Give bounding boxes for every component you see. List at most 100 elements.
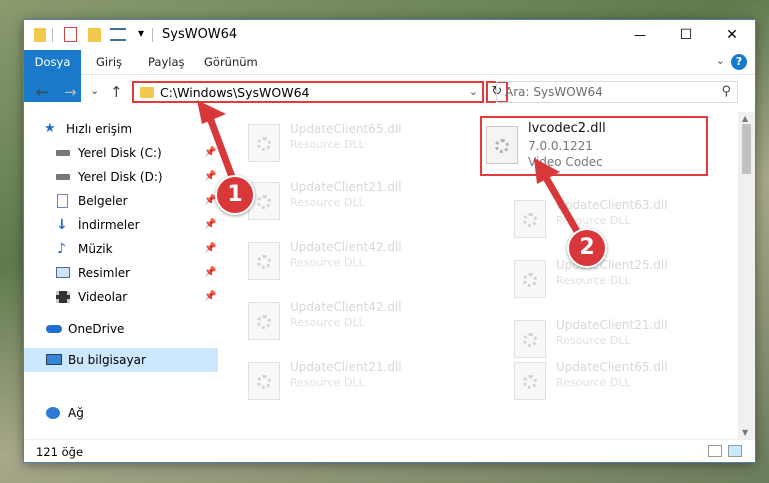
dll-file-icon (514, 320, 546, 358)
file-description: Video Codec (528, 155, 603, 169)
minimize-button[interactable]: — (617, 20, 663, 50)
explorer-window: ▾ SysWOW64 — ☐ ✕ Dosya Giriş Paylaş Görü… (24, 20, 755, 462)
file-version: 7.0.0.1221 (528, 139, 593, 153)
navigation-bar: ← → ⌄ ↑ C:\Windows\SysWOW64 ⌄ ↻ Ara: Sys… (24, 75, 755, 111)
download-icon: ↓ (56, 217, 68, 233)
file-name: UpdateClient63.dll (556, 198, 668, 212)
item-count: 121 öğe (36, 445, 84, 459)
status-bar: 121 öğe (24, 439, 755, 462)
pin-icon[interactable]: 📌 (204, 142, 216, 164)
search-placeholder: Ara: SysWOW64 (505, 85, 603, 99)
sidebar-item-local-disk-d[interactable]: Yerel Disk (D:) 📌 (24, 166, 218, 188)
sidebar-item-music[interactable]: ♪ Müzik 📌 (24, 238, 218, 260)
scroll-down-icon[interactable]: ▼ (742, 428, 748, 437)
file-type: Resource DLL (290, 138, 365, 151)
recent-locations-icon[interactable]: ⌄ (90, 84, 99, 97)
file-name: UpdateClient21.dll (290, 180, 402, 194)
divider (152, 28, 153, 42)
window-title: SysWOW64 (162, 27, 238, 42)
pin-icon[interactable]: 📌 (204, 262, 216, 284)
sidebar-item-downloads[interactable]: ↓ İndirmeler 📌 (24, 214, 218, 236)
file-list: UpdateClient65.dll Resource DLL UpdateCl… (218, 112, 738, 439)
sidebar-item-videos[interactable]: Videolar 📌 (24, 286, 218, 308)
close-icon: ✕ (726, 27, 738, 43)
sidebar-item-onedrive[interactable]: OneDrive (24, 318, 218, 340)
file-name: UpdateClient42.dll (290, 240, 402, 254)
list-item[interactable]: UpdateClient65.dll Resource DLL (508, 358, 728, 410)
maximize-icon: ☐ (679, 27, 693, 43)
minimize-icon: — (634, 28, 646, 42)
file-type: Resource DLL (556, 274, 631, 287)
file-type: Resource DLL (556, 214, 631, 227)
tab-share[interactable]: Paylaş (148, 50, 185, 74)
list-item[interactable]: UpdateClient65.dll Resource DLL (242, 120, 462, 172)
properties-icon[interactable] (64, 27, 77, 42)
address-text: C:\Windows\SysWOW64 (160, 85, 310, 100)
scroll-up-icon[interactable]: ▲ (742, 114, 748, 123)
divider (52, 28, 53, 42)
back-button[interactable]: ← (36, 83, 49, 101)
ribbon-expand-icon[interactable]: ⌄ (716, 54, 725, 67)
file-name: UpdateClient65.dll (290, 122, 402, 136)
file-type: Resource DLL (556, 376, 631, 389)
list-item[interactable]: UpdateClient21.dll Resource DLL (242, 358, 462, 410)
pin-icon[interactable]: 📌 (204, 238, 216, 260)
sidebar-item-label: Müzik (78, 242, 113, 256)
file-name: lvcodec2.dll (528, 121, 606, 136)
vertical-scrollbar[interactable]: ▲ ▼ (738, 112, 755, 439)
details-view-icon[interactable] (708, 445, 722, 457)
sidebar-item-label: Resimler (78, 266, 131, 280)
close-button[interactable]: ✕ (709, 20, 755, 50)
drive-icon (56, 150, 70, 156)
list-item[interactable]: UpdateClient42.dll Resource DLL (242, 238, 462, 290)
highlighted-file-item[interactable]: lvcodec2.dll 7.0.0.1221 Video Codec (480, 116, 708, 176)
new-folder-icon[interactable] (88, 28, 101, 42)
maximize-button[interactable]: ☐ (663, 20, 709, 50)
sidebar-item-label: İndirmeler (78, 218, 140, 232)
scrollbar-thumb[interactable] (742, 124, 751, 174)
up-button[interactable]: ↑ (110, 83, 123, 101)
tab-view[interactable]: Görünüm (204, 50, 258, 74)
dll-file-icon (248, 124, 280, 162)
computer-icon (46, 354, 62, 365)
dll-file-icon (248, 302, 280, 340)
sidebar-item-this-pc[interactable]: Bu bilgisayar (24, 348, 218, 372)
help-icon[interactable]: ? (731, 54, 747, 70)
file-name: UpdateClient21.dll (290, 360, 402, 374)
large-icons-view-icon[interactable] (728, 445, 742, 457)
list-item[interactable]: UpdateClient63.dll Resource DLL (508, 196, 728, 248)
tab-home[interactable]: Giriş (96, 50, 122, 74)
file-name: UpdateClient65.dll (556, 360, 668, 374)
file-name: UpdateClient42.dll (290, 300, 402, 314)
pin-icon[interactable]: 📌 (204, 214, 216, 236)
dll-file-icon (514, 362, 546, 400)
sidebar-item-label: Belgeler (78, 194, 128, 208)
videos-icon (56, 291, 70, 303)
title-bar: ▾ SysWOW64 — ☐ ✕ (24, 20, 755, 50)
address-bar[interactable]: C:\Windows\SysWOW64 ⌄ (132, 81, 484, 103)
sidebar-item-pictures[interactable]: Resimler 📌 (24, 262, 218, 284)
sidebar-item-label: Yerel Disk (D:) (78, 170, 163, 184)
chevron-down-icon[interactable]: ⌄ (469, 85, 478, 98)
sidebar-item-label: Videolar (78, 290, 128, 304)
pin-icon[interactable]: 📌 (204, 166, 216, 188)
list-item[interactable]: UpdateClient25.dll Resource DLL (508, 256, 728, 308)
file-type: Resource DLL (290, 316, 365, 329)
star-icon: ★ (44, 121, 56, 136)
forward-button[interactable]: → (64, 83, 77, 101)
file-name: UpdateClient21.dll (556, 318, 668, 332)
sidebar-item-local-disk-c[interactable]: Yerel Disk (C:) 📌 (24, 142, 218, 164)
sidebar-item-network[interactable]: Ağ (24, 402, 218, 424)
list-item[interactable]: UpdateClient21.dll Resource DLL (242, 178, 462, 230)
pictures-icon (56, 267, 70, 278)
sidebar-item-documents[interactable]: Belgeler 📌 (24, 190, 218, 212)
drive-icon (56, 174, 70, 180)
file-type: Resource DLL (556, 334, 631, 347)
view-options-icon[interactable] (110, 28, 126, 41)
quick-access-dropdown-icon[interactable]: ▾ (138, 26, 144, 40)
pin-icon[interactable]: 📌 (204, 286, 216, 308)
sidebar-item-quick-access[interactable]: ★ Hızlı erişim (24, 118, 218, 140)
list-item[interactable]: UpdateClient42.dll Resource DLL (242, 298, 462, 350)
sidebar-item-label: Bu bilgisayar (68, 353, 146, 367)
search-input[interactable]: Ara: SysWOW64 ⚲ (496, 81, 738, 103)
